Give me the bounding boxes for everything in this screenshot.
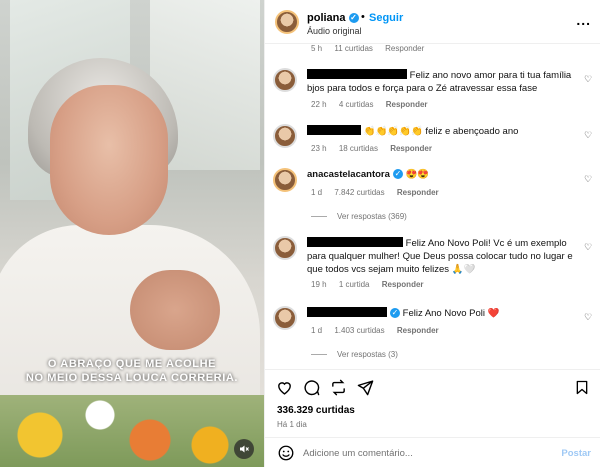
- author-username[interactable]: poliana ✓: [307, 12, 359, 24]
- comment-time: 1 d: [311, 188, 323, 197]
- person-hands: [130, 270, 220, 350]
- comment-body: anacastelacantora ✓ 😍😍: [307, 168, 573, 181]
- comment-meta: 1 d 7.842 curtidas Responder: [311, 188, 449, 197]
- comment-meta: 1 d 1.403 curtidas Responder: [311, 326, 449, 335]
- redacted-username: [307, 125, 361, 135]
- person-face: [50, 85, 168, 235]
- post-video[interactable]: O ABRAÇO QUE ME ACOLHE NO MEIO DESSA LOU…: [0, 0, 264, 467]
- post-header: poliana ✓ • Seguir Áudio original ...: [265, 0, 600, 44]
- comments-list[interactable]: 5 h 11 curtidas Responder Feliz ano novo…: [265, 44, 600, 369]
- comment-meta: 22 h 4 curtidas Responder: [311, 100, 438, 109]
- redacted-username: [307, 307, 387, 317]
- post-action-bar: [265, 369, 600, 403]
- comment-body: ✓ Feliz Ano Novo Poli ❤️: [307, 306, 573, 320]
- comment-likes[interactable]: 7.842 curtidas: [334, 188, 384, 197]
- author-username-text[interactable]: poliana: [307, 12, 346, 24]
- view-replies-button[interactable]: Ver respostas (369): [311, 212, 407, 221]
- like-heart-icon[interactable]: [275, 378, 293, 396]
- audio-label[interactable]: Áudio original: [307, 26, 362, 36]
- comment-time: 5 h: [311, 44, 323, 53]
- video-caption-line2: NO MEIO DESSA LOUCA CORRERIA.: [25, 372, 239, 384]
- follow-button[interactable]: Seguir: [369, 12, 403, 24]
- commenter-username[interactable]: anacastelacantora: [307, 169, 390, 180]
- commenter-avatar[interactable]: [273, 306, 297, 330]
- video-caption-line1: O ABRAÇO QUE ME ACOLHE: [47, 358, 217, 370]
- comment-text: Feliz Ano Novo Poli ❤️: [402, 308, 500, 319]
- author-avatar[interactable]: [275, 10, 299, 34]
- comment-time: 1 d: [311, 326, 323, 335]
- flowers-foreground: [0, 395, 264, 467]
- heart-icon[interactable]: ♡: [583, 130, 593, 140]
- post-side-panel: poliana ✓ • Seguir Áudio original ... 5 h…: [264, 0, 600, 467]
- commenter-avatar[interactable]: [273, 168, 297, 192]
- reply-button[interactable]: Responder: [382, 280, 424, 289]
- view-replies-button[interactable]: Ver respostas (3): [311, 350, 398, 359]
- comment-body: Feliz ano novo amor para ti tua família …: [307, 68, 573, 95]
- heart-icon[interactable]: ♡: [583, 74, 593, 84]
- bookmark-icon[interactable]: [573, 378, 591, 396]
- comment-likes[interactable]: 11 curtidas: [334, 44, 373, 53]
- emoji-picker-icon[interactable]: [277, 444, 295, 462]
- separator-dot: •: [361, 11, 365, 23]
- reply-button[interactable]: Responder: [386, 100, 428, 109]
- reply-button[interactable]: Responder: [397, 188, 439, 197]
- speaker-muted-icon[interactable]: [234, 439, 254, 459]
- comment-meta: 19 h 1 curtida Responder: [311, 280, 434, 289]
- comment-likes[interactable]: 1.403 curtidas: [334, 326, 384, 335]
- comment-meta: 23 h 18 curtidas Responder: [311, 144, 442, 153]
- reply-button[interactable]: Responder: [390, 144, 432, 153]
- comment-time: 23 h: [311, 144, 327, 153]
- comment-text: 👏👏👏👏👏 feliz e abençoado ano: [363, 126, 519, 137]
- heart-icon[interactable]: ♡: [583, 242, 593, 252]
- comment-text: 😍😍: [405, 169, 430, 180]
- repost-icon[interactable]: [329, 378, 347, 396]
- comment-likes[interactable]: 4 curtidas: [339, 100, 374, 109]
- redacted-username: [307, 69, 407, 79]
- comment-composer: Postar: [265, 437, 600, 467]
- verified-badge-icon: ✓: [348, 13, 359, 24]
- comment-likes[interactable]: 1 curtida: [339, 280, 370, 289]
- share-send-icon[interactable]: [356, 378, 374, 396]
- commenter-avatar[interactable]: [273, 68, 297, 92]
- post-date[interactable]: Há 1 dia: [277, 420, 307, 429]
- more-options-icon[interactable]: ...: [576, 12, 591, 28]
- comment-bubble-icon[interactable]: [302, 378, 320, 396]
- commenter-avatar[interactable]: [273, 236, 297, 260]
- comment-body: Feliz Ano Novo Poli! Vc é um exemplo par…: [307, 236, 573, 276]
- reply-button[interactable]: Responder: [397, 326, 439, 335]
- comment-body: 👏👏👏👏👏 feliz e abençoado ano: [307, 124, 573, 138]
- comment-time: 22 h: [311, 100, 327, 109]
- redacted-username: [307, 237, 403, 247]
- comment-time: 19 h: [311, 280, 327, 289]
- post-comment-button[interactable]: Postar: [561, 448, 591, 459]
- commenter-avatar[interactable]: [273, 124, 297, 148]
- verified-badge-icon: ✓: [392, 169, 403, 180]
- heart-icon[interactable]: ♡: [583, 174, 593, 184]
- partial-comment-meta: 5 h 11 curtidas Responder: [311, 44, 434, 53]
- verified-badge-icon: ✓: [390, 308, 400, 319]
- comment-likes[interactable]: 18 curtidas: [339, 144, 378, 153]
- reply-button[interactable]: Responder: [385, 44, 424, 53]
- likes-count[interactable]: 336.329 curtidas: [277, 405, 355, 416]
- heart-icon[interactable]: ♡: [583, 312, 593, 322]
- comment-input[interactable]: [303, 445, 543, 461]
